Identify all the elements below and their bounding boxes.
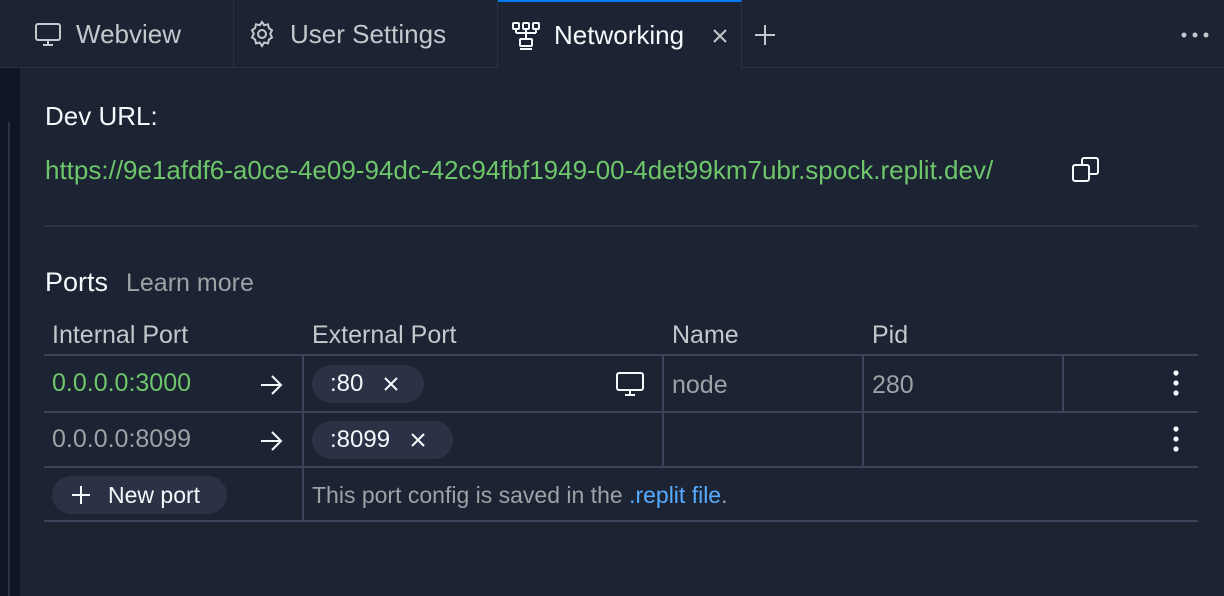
tab-user-settings[interactable]: User Settings: [234, 0, 498, 68]
table-line: [44, 520, 1198, 522]
header-pid: Pid: [872, 321, 909, 349]
remove-icon[interactable]: [381, 374, 401, 394]
dev-url-label: Dev URL:: [45, 101, 158, 131]
column-divider: [302, 355, 304, 521]
process-pid: 280: [872, 371, 914, 399]
process-name: node: [672, 371, 728, 399]
tab-networking-label: Networking: [554, 20, 685, 50]
more-horizontal-icon[interactable]: [1180, 28, 1210, 42]
config-note: This port config is saved in the .replit…: [312, 482, 728, 509]
tab-webview-label: Webview: [76, 18, 182, 49]
external-port-value: :8099: [330, 426, 391, 453]
column-divider: [1062, 355, 1064, 412]
header-name: Name: [672, 321, 739, 349]
plus-icon: [72, 486, 90, 504]
network-icon: [510, 20, 542, 52]
monitor-icon: [32, 18, 64, 50]
ports-title: Ports: [45, 267, 109, 297]
table-line: [44, 354, 1198, 356]
dev-url-link[interactable]: https://9e1afdf6-a0ce-4e09-94dc-42c94fbf…: [45, 155, 993, 186]
arrow-right-icon: [261, 375, 283, 395]
networking-panel: Dev URL: https://9e1afdf6-a0ce-4e09-94dc…: [20, 69, 1224, 596]
config-note-suffix: .: [721, 482, 728, 508]
tab-webview[interactable]: Webview: [20, 0, 234, 68]
internal-port-value: 0.0.0.0:8099: [52, 425, 192, 453]
external-port-value: :80: [330, 370, 364, 397]
divider: [45, 225, 1198, 227]
learn-more-link[interactable]: Learn more: [126, 269, 254, 298]
tab-user-settings-label: User Settings: [290, 18, 447, 49]
monitor-icon[interactable]: [615, 369, 645, 399]
column-divider: [662, 355, 664, 467]
gutter-strip: [8, 122, 10, 596]
left-gutter: [0, 0, 20, 596]
arrow-right-icon: [261, 431, 283, 451]
header-internal-port: Internal Port: [52, 321, 189, 349]
table-line: [44, 411, 1198, 413]
remove-icon[interactable]: [408, 430, 428, 450]
new-port-button[interactable]: New port: [52, 476, 227, 514]
gutter-top: [0, 0, 20, 68]
external-port-chip[interactable]: :8099: [312, 421, 453, 459]
tab-networking[interactable]: Networking: [498, 0, 742, 69]
close-icon[interactable]: [709, 25, 731, 47]
external-port-chip[interactable]: :80: [312, 365, 424, 403]
new-port-label: New port: [108, 481, 201, 508]
header-external-port: External Port: [312, 321, 457, 349]
more-vertical-icon[interactable]: [1172, 425, 1180, 453]
replit-file-link[interactable]: .replit file: [629, 482, 721, 508]
column-divider: [862, 355, 864, 467]
plus-icon[interactable]: [752, 22, 778, 48]
internal-port-value: 0.0.0.0:3000: [52, 369, 192, 397]
config-note-text: This port config is saved in the: [312, 482, 630, 508]
copy-icon[interactable]: [1070, 154, 1102, 186]
more-vertical-icon[interactable]: [1172, 369, 1180, 397]
gear-icon: [246, 18, 278, 50]
tab-bar: Webview User Settings Networking: [20, 0, 1224, 69]
table-line: [44, 466, 1198, 468]
